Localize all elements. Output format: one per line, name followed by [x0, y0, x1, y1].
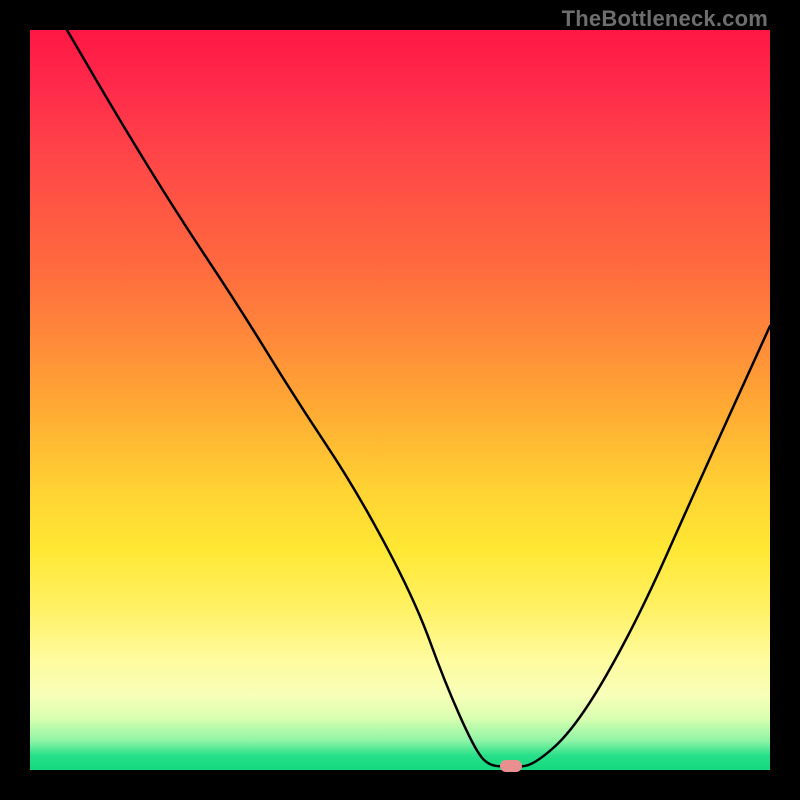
watermark-text: TheBottleneck.com — [562, 6, 768, 32]
bottleneck-curve — [30, 30, 770, 770]
plot-area — [30, 30, 770, 770]
optimal-marker — [500, 760, 522, 772]
chart-frame: TheBottleneck.com — [0, 0, 800, 800]
